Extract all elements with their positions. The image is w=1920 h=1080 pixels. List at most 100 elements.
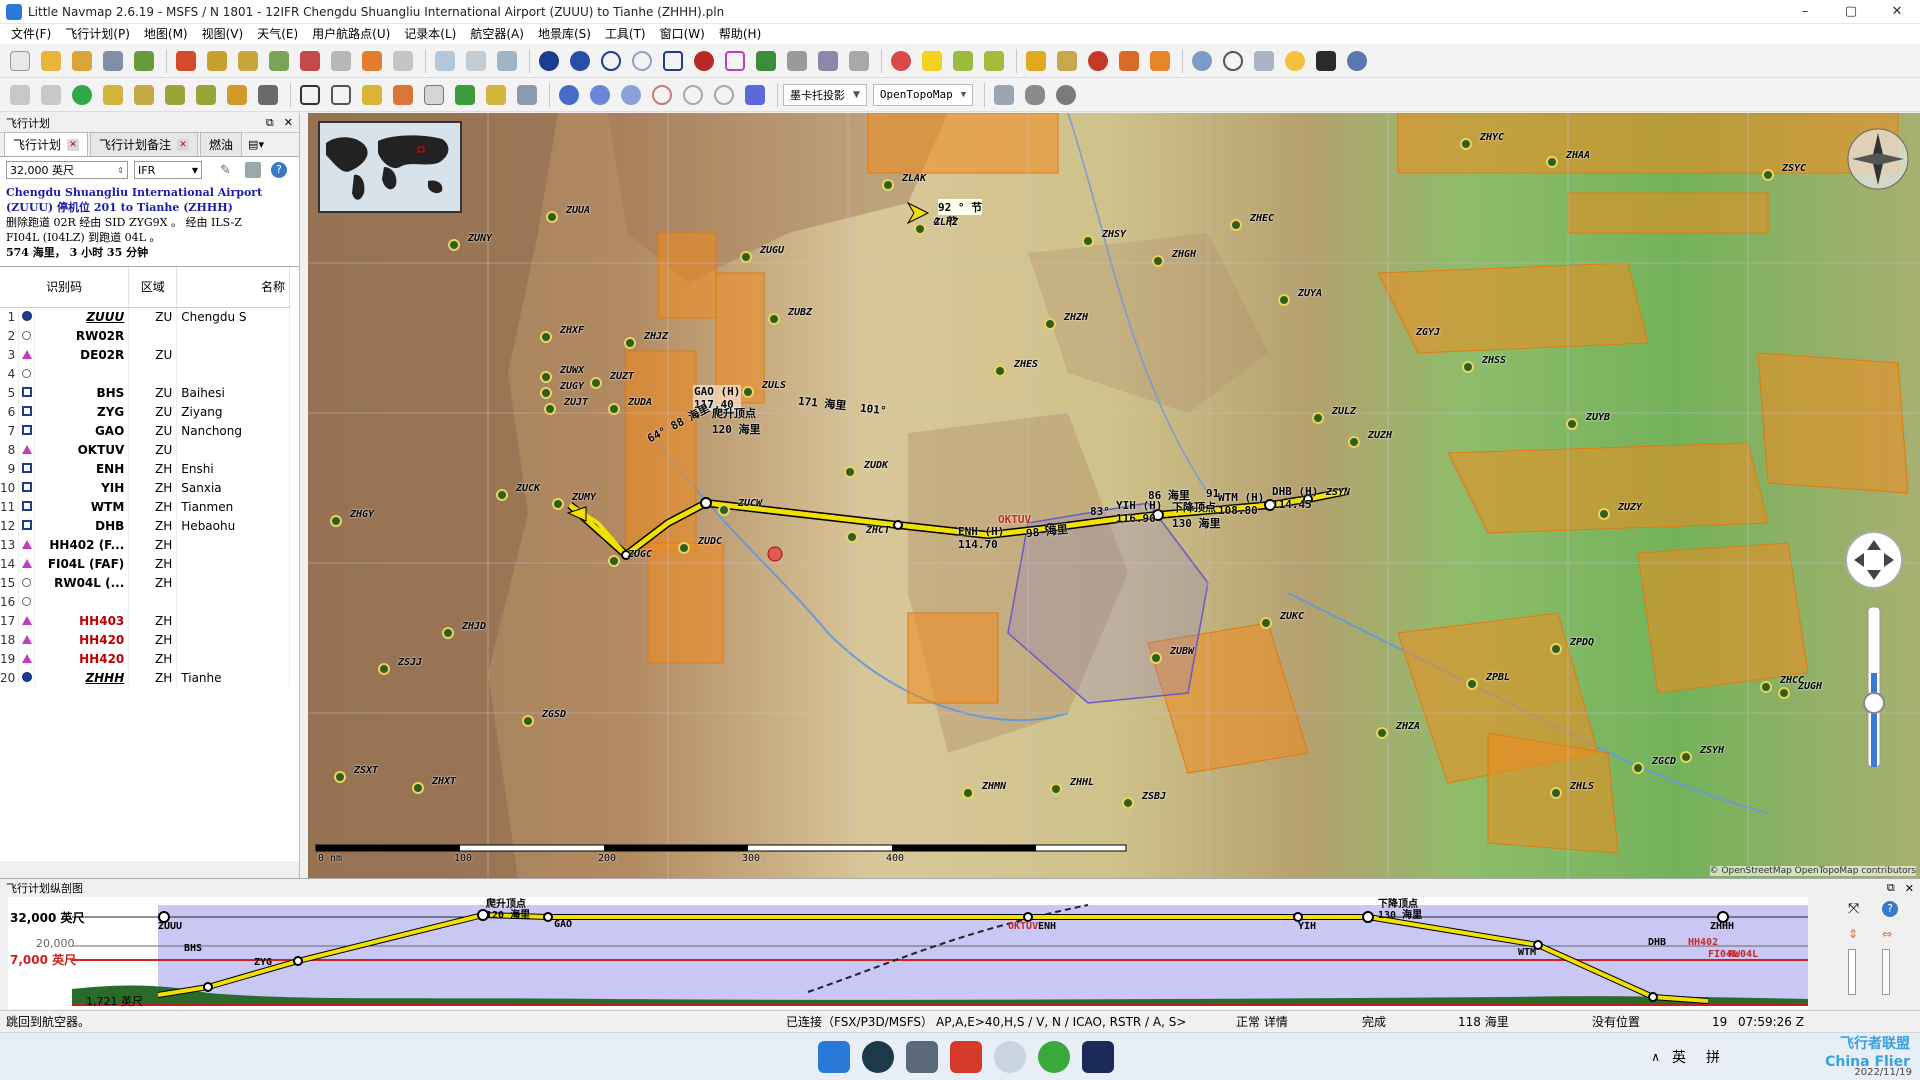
- airport-label[interactable]: ZUYA: [1298, 288, 1322, 299]
- ime-language[interactable]: 英: [1672, 1047, 1686, 1067]
- airport-label[interactable]: ZHGY: [350, 509, 374, 520]
- airport-label[interactable]: ZHJD: [462, 621, 486, 632]
- menu-help[interactable]: 帮助(H): [712, 24, 768, 44]
- airport-label[interactable]: ZLAK: [902, 173, 926, 184]
- move-up-icon[interactable]: [161, 81, 189, 109]
- fit-icon[interactable]: [296, 81, 324, 109]
- dme-icon[interactable]: [710, 81, 738, 109]
- airport-label[interactable]: ZUGC: [628, 549, 652, 560]
- airport-label[interactable]: ZUKC: [1280, 611, 1304, 622]
- airport-label[interactable]: ZSYC: [1782, 163, 1806, 174]
- terrain-icon[interactable]: [1250, 47, 1278, 75]
- zoom-in-icon[interactable]: [431, 47, 459, 75]
- close-button[interactable]: ✕: [1874, 0, 1920, 24]
- airport-label[interactable]: ZUGU: [760, 245, 784, 256]
- track-icon[interactable]: [845, 47, 873, 75]
- map-view[interactable]: GAO (H) 117.40 爬升顶点 120 海里 64° 88 海里 171…: [308, 113, 1920, 878]
- overview-map[interactable]: [318, 121, 462, 213]
- tab-menu-icon[interactable]: ▤▾: [248, 138, 264, 151]
- page-icon[interactable]: [513, 81, 541, 109]
- edit-icon[interactable]: ✎: [220, 163, 231, 178]
- airport-label[interactable]: ZHAA: [1566, 150, 1590, 161]
- airport-label[interactable]: ZUZT: [610, 371, 634, 382]
- airport-label[interactable]: ZULZ: [1332, 406, 1356, 417]
- menu-userpoints[interactable]: 用户航路点(U): [305, 24, 397, 44]
- zoom-vertical-icon[interactable]: ⇕: [1848, 927, 1858, 941]
- table-row[interactable]: 20 ZHHH ZH Tianhe: [0, 668, 290, 687]
- airport-label[interactable]: ZULS: [762, 380, 786, 391]
- airport-label[interactable]: ZHZH: [1064, 312, 1088, 323]
- image-icon[interactable]: [482, 81, 510, 109]
- airport-label[interactable]: ZUUA: [566, 205, 590, 216]
- menu-flightplan[interactable]: 飞行计划(P): [58, 24, 137, 44]
- weather-icon[interactable]: [1281, 47, 1309, 75]
- airport-empty-icon[interactable]: [597, 47, 625, 75]
- table-row[interactable]: 8 OKTUV ZU: [0, 440, 290, 459]
- grid-icon[interactable]: [1188, 47, 1216, 75]
- airport-label[interactable]: ZPDQ: [1570, 637, 1594, 648]
- tray-chevron-icon[interactable]: ∧: [1651, 1050, 1660, 1064]
- airport-label[interactable]: ZSXT: [354, 765, 378, 776]
- calc-route-icon[interactable]: [296, 47, 324, 75]
- table-row[interactable]: 5 BHS ZU Baihesi: [0, 383, 290, 402]
- app-icon-1[interactable]: [862, 1040, 894, 1073]
- cruise-altitude-input[interactable]: 32,000 英尺 ⇕: [6, 161, 128, 179]
- tab-flightplan[interactable]: 飞行计划 ✕: [4, 132, 89, 156]
- compass-rose-icon[interactable]: [1219, 47, 1247, 75]
- airport-label[interactable]: ZUMY: [572, 492, 596, 503]
- airport-label[interactable]: ZHYC: [1480, 132, 1504, 143]
- airport-label[interactable]: ZHCC: [1780, 675, 1804, 686]
- chrome-icon[interactable]: [1038, 1040, 1070, 1073]
- airport-label[interactable]: ZGYJ: [1416, 327, 1440, 338]
- waypoint-icon[interactable]: [721, 47, 749, 75]
- userpoint-icon[interactable]: [887, 47, 915, 75]
- airport-label[interactable]: ZHJZ: [644, 331, 668, 342]
- col-name[interactable]: 名称: [176, 267, 290, 308]
- center-icon[interactable]: [203, 47, 231, 75]
- windows-start-icon[interactable]: [818, 1040, 850, 1073]
- traffic-icon[interactable]: [420, 81, 448, 109]
- tab-fuel[interactable]: 燃油: [200, 132, 243, 156]
- table-row[interactable]: 4: [0, 364, 290, 383]
- airport-label[interactable]: ZUBZ: [788, 307, 812, 318]
- ime-mode[interactable]: 拼: [1706, 1047, 1720, 1067]
- minimize-button[interactable]: –: [1782, 0, 1828, 24]
- airport-label[interactable]: ZHES: [1014, 359, 1038, 370]
- home-icon[interactable]: [172, 47, 200, 75]
- col-region[interactable]: 区域: [128, 267, 178, 308]
- aircraft-trail-icon[interactable]: [1053, 47, 1081, 75]
- range-icon[interactable]: [358, 81, 386, 109]
- zoom-horizontal-icon[interactable]: ⇔: [1882, 927, 1892, 941]
- route-line-1[interactable]: Chengdu Shuangliu International Airport: [6, 185, 293, 200]
- edit-leg-icon[interactable]: [254, 81, 282, 109]
- enh-label[interactable]: ENH (H) 114.70: [958, 525, 1004, 551]
- profile-zoom-slider[interactable]: [1848, 949, 1856, 995]
- redo-icon[interactable]: [37, 81, 65, 109]
- table-row[interactable]: 17 HH403 ZH: [0, 611, 290, 630]
- map-theme-select[interactable]: OpenTopoMap ▼: [872, 83, 974, 106]
- airport-label[interactable]: ZHMN: [982, 781, 1006, 792]
- procedure-icon[interactable]: [99, 81, 127, 109]
- airport-label[interactable]: ZHGH: [1172, 249, 1196, 260]
- table-row[interactable]: 18 HH420 ZH: [0, 630, 290, 649]
- table-row[interactable]: 11 WTM ZH Tianmen: [0, 497, 290, 516]
- table-row[interactable]: 13 HH402 (F... ZH: [0, 535, 290, 554]
- menu-view[interactable]: 视图(V): [195, 24, 251, 44]
- append-icon[interactable]: [68, 47, 96, 75]
- clear-icon[interactable]: [327, 47, 355, 75]
- delete-leg-icon[interactable]: [223, 81, 251, 109]
- airport-label[interactable]: ZLHZ: [934, 217, 958, 228]
- toc-label[interactable]: 爬升顶点 120 海里: [712, 405, 761, 437]
- airport-label[interactable]: ZUNY: [468, 233, 492, 244]
- pin-icon[interactable]: [741, 81, 769, 109]
- airport-label[interactable]: ZUWX: [560, 365, 584, 376]
- float-icon[interactable]: ⧉: [266, 116, 274, 130]
- elevation-icon[interactable]: [451, 81, 479, 109]
- airport-label[interactable]: ZHXT: [432, 776, 456, 787]
- star-icon[interactable]: [586, 81, 614, 109]
- airport-label[interactable]: ZGCD: [1652, 756, 1676, 767]
- map-route-icon[interactable]: [265, 47, 293, 75]
- airport-label[interactable]: ZUCK: [516, 483, 540, 494]
- ils-icon[interactable]: [752, 47, 780, 75]
- app-icon-2[interactable]: [906, 1040, 938, 1073]
